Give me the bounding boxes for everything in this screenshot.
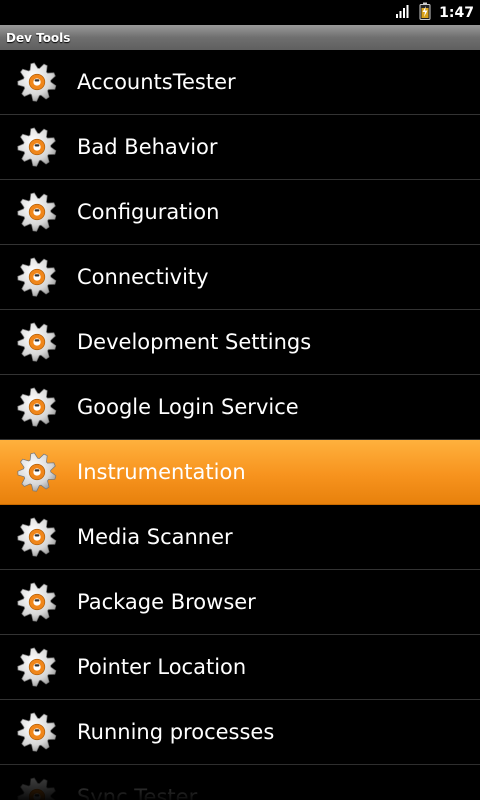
list-item-connectivity[interactable]: Connectivity bbox=[0, 245, 480, 310]
gear-icon bbox=[13, 513, 61, 561]
list-item-label: Media Scanner bbox=[77, 525, 233, 549]
gear-icon bbox=[13, 188, 61, 236]
status-icons: 1:47 bbox=[395, 2, 474, 24]
list-item-label: Pointer Location bbox=[77, 655, 247, 679]
gear-icon bbox=[13, 448, 61, 496]
gear-icon bbox=[13, 253, 61, 301]
list-item-configuration[interactable]: Configuration bbox=[0, 180, 480, 245]
gear-icon bbox=[13, 318, 61, 366]
app-title: Dev Tools bbox=[6, 30, 71, 45]
list-item-label: Package Browser bbox=[77, 590, 256, 614]
list-item-accountstester[interactable]: AccountsTester bbox=[0, 50, 480, 115]
list-item-sync-tester[interactable]: Sync Tester bbox=[0, 765, 480, 800]
title-bar: Dev Tools bbox=[0, 25, 480, 50]
list-item-google-login-service[interactable]: Google Login Service bbox=[0, 375, 480, 440]
list-item-media-scanner[interactable]: Media Scanner bbox=[0, 505, 480, 570]
list-item-label: Instrumentation bbox=[77, 460, 246, 484]
gear-icon bbox=[13, 773, 61, 800]
list-item-label: Sync Tester bbox=[77, 785, 198, 800]
list-item-pointer-location[interactable]: Pointer Location bbox=[0, 635, 480, 700]
list-item-instrumentation[interactable]: Instrumentation bbox=[0, 440, 480, 505]
list-item-label: Configuration bbox=[77, 200, 220, 224]
status-bar: 1:47 bbox=[0, 0, 480, 25]
list-item-development-settings[interactable]: Development Settings bbox=[0, 310, 480, 375]
signal-icon bbox=[395, 3, 411, 23]
gear-icon bbox=[13, 708, 61, 756]
list-item-running-processes[interactable]: Running processes bbox=[0, 700, 480, 765]
list-item-label: AccountsTester bbox=[77, 70, 236, 94]
gear-icon bbox=[13, 58, 61, 106]
dev-tools-list[interactable]: AccountsTester Bad Behavior Configuratio… bbox=[0, 50, 480, 800]
list-item-label: Running processes bbox=[77, 720, 275, 744]
status-time: 1:47 bbox=[439, 4, 474, 21]
gear-icon bbox=[13, 123, 61, 171]
battery-charging-icon bbox=[419, 2, 431, 24]
list-item-bad-behavior[interactable]: Bad Behavior bbox=[0, 115, 480, 180]
list-item-label: Connectivity bbox=[77, 265, 209, 289]
list-item-label: Development Settings bbox=[77, 330, 312, 354]
gear-icon bbox=[13, 383, 61, 431]
gear-icon bbox=[13, 643, 61, 691]
list-item-label: Google Login Service bbox=[77, 395, 299, 419]
list-item-package-browser[interactable]: Package Browser bbox=[0, 570, 480, 635]
list-item-label: Bad Behavior bbox=[77, 135, 218, 159]
gear-icon bbox=[13, 578, 61, 626]
